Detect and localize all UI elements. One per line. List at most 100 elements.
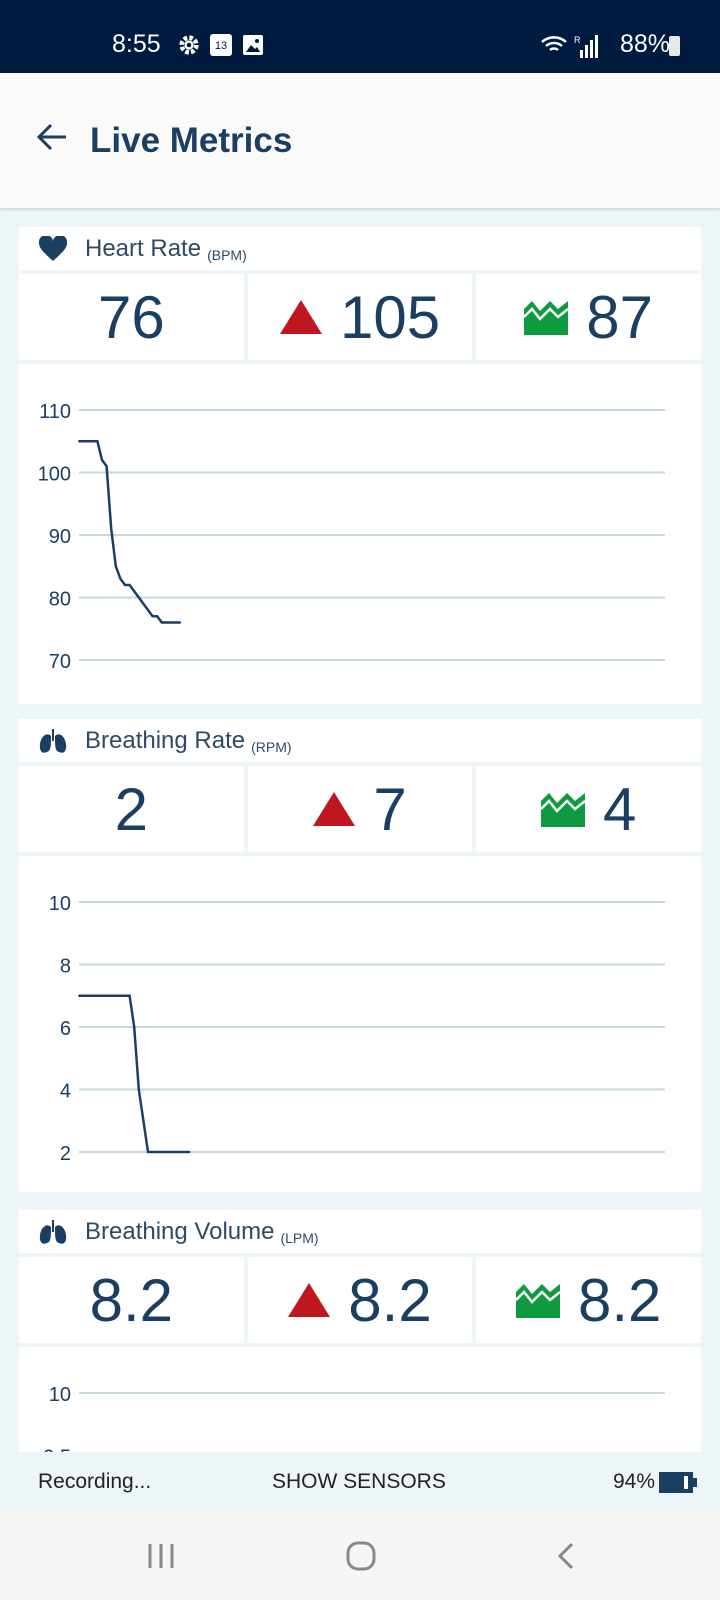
data-point (183, 1151, 186, 1153)
data-point (174, 621, 177, 624)
data-point (124, 994, 126, 997)
y-tick-label: 2 (60, 1143, 71, 1165)
show-sensors-button[interactable]: SHOW SENSORS (272, 1470, 446, 1494)
gear-icon (179, 35, 199, 55)
data-point (110, 994, 113, 997)
max-value: 105 (339, 283, 441, 351)
clock: 8:55 (112, 30, 161, 58)
data-point (114, 994, 117, 997)
data-point (101, 459, 103, 461)
y-tick-label: 100 (38, 464, 71, 486)
metric-chart: 10 8 6 4 2 (19, 856, 701, 1192)
data-point (124, 584, 126, 586)
data-point (165, 1151, 168, 1153)
metric-name: Breathing Volume (85, 1217, 275, 1245)
max-value-box: 8.2 (247, 1257, 473, 1343)
data-point (170, 1151, 172, 1153)
metric-name: Breathing Rate (85, 726, 246, 754)
metric-values: 76 105 87 (19, 274, 702, 360)
sensor-battery-icon (659, 1472, 697, 1493)
data-point (179, 1151, 182, 1153)
average-value-box: 4 (476, 766, 702, 852)
signal-icon: R (574, 35, 598, 58)
data-point (82, 440, 85, 443)
average-wave-icon (540, 793, 585, 827)
data-point (128, 584, 131, 586)
heart-icon (39, 235, 67, 261)
y-tick-label: 70 (49, 651, 71, 673)
data-point (137, 1088, 140, 1091)
data-point (78, 994, 80, 997)
data-point (151, 615, 154, 618)
y-tick-label: 90 (49, 526, 71, 548)
current-value-box: 76 (19, 274, 244, 360)
metric-unit: (LPM) (280, 1229, 319, 1246)
average-value-box: 87 (476, 274, 702, 360)
max-triangle-icon (288, 1283, 331, 1317)
data-point (142, 602, 145, 605)
average-value-box: 8.2 (476, 1257, 702, 1343)
max-value: 7 (373, 775, 407, 843)
y-tick-label: 110 (39, 401, 71, 423)
y-tick-label: 80 (49, 589, 71, 611)
data-point (147, 1151, 149, 1153)
data-point (87, 440, 90, 443)
data-point (147, 609, 149, 611)
current-value: 76 (97, 283, 165, 351)
y-tick-label: 10 (49, 1384, 71, 1406)
metric-name: Heart Rate (85, 234, 202, 262)
lungs-icon (39, 1219, 67, 1244)
data-point (110, 527, 113, 530)
data-point (105, 465, 108, 468)
calendar-icon: 13 (210, 34, 232, 56)
series-line (79, 994, 190, 1154)
data-point (78, 440, 80, 443)
data-point (105, 994, 108, 997)
metric-unit: (BPM) (207, 246, 247, 263)
y-tick-label: 8 (60, 956, 71, 978)
data-point (137, 596, 140, 599)
metric-chart: 110 100 90 80 70 (19, 364, 701, 704)
data-point (101, 994, 103, 997)
current-value: 8.2 (89, 1266, 174, 1334)
image-icon (243, 35, 263, 55)
data-point (179, 621, 182, 624)
metric-title-1: Breathing Rate (RPM) (19, 719, 701, 762)
recent-apps-icon[interactable] (147, 1542, 175, 1570)
y-tick-label: 6 (60, 1018, 71, 1040)
data-point (170, 621, 172, 624)
battery-icon (669, 36, 680, 56)
home-icon[interactable] (346, 1541, 376, 1571)
max-value-box: 105 (247, 274, 473, 360)
system-nav-bar (0, 1510, 720, 1600)
data-point (174, 1151, 177, 1153)
sensor-battery-percent: 94% (613, 1470, 656, 1493)
recording-status: Recording... (38, 1470, 152, 1493)
metric-title-0: Heart Rate (BPM) (19, 227, 701, 270)
current-value: 2 (114, 775, 149, 843)
page-title: Live Metrics (90, 121, 293, 160)
max-triangle-icon (313, 792, 356, 826)
data-point (87, 994, 90, 997)
data-point (119, 994, 122, 997)
data-point (165, 621, 168, 624)
metric-values: 8.2 8.2 8.2 (19, 1257, 702, 1343)
data-point (114, 565, 117, 568)
back-nav-icon[interactable] (556, 1542, 576, 1570)
max-value-box: 7 (247, 766, 473, 852)
average-wave-icon (515, 1284, 560, 1318)
max-triangle-icon (279, 300, 322, 334)
data-point (156, 1151, 159, 1153)
arrow-left-icon[interactable] (36, 121, 68, 153)
data-point (91, 440, 94, 443)
average-value: 4 (602, 775, 637, 843)
data-point (142, 1119, 145, 1122)
data-point (151, 1151, 154, 1153)
current-value-box: 8.2 (19, 1257, 244, 1343)
data-point (133, 590, 136, 593)
data-point (119, 577, 122, 580)
data-point (96, 994, 99, 997)
lungs-icon (39, 728, 67, 753)
average-value: 87 (586, 283, 654, 351)
current-value-box: 2 (19, 766, 244, 852)
